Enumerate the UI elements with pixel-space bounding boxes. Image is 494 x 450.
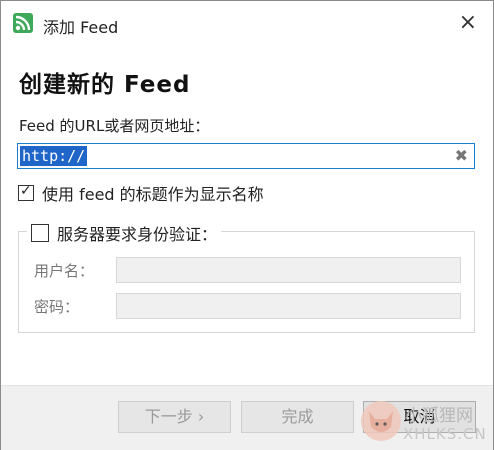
watermark-domain: XHLKS.CN: [403, 425, 487, 443]
auth-option[interactable]: 服务器要求身份验证：: [27, 221, 222, 245]
watermark-text: 小狐狸网: [405, 406, 473, 426]
url-input[interactable]: http:// ✖: [17, 143, 475, 169]
password-label: 密码：: [34, 298, 80, 316]
close-icon[interactable]: ×: [459, 10, 477, 35]
url-field-label: Feed 的URL或者网页地址：: [19, 117, 210, 135]
auth-group: 服务器要求身份验证： 用户名： 密码：: [18, 221, 475, 333]
next-button: 下一步 ›: [118, 401, 231, 433]
username-field: [116, 257, 461, 283]
auth-checkbox[interactable]: [31, 224, 49, 242]
password-field: [116, 293, 461, 319]
username-label: 用户名：: [34, 262, 95, 280]
fox-logo-icon: [361, 401, 401, 441]
rss-feed-icon: [13, 13, 33, 33]
window-title: 添加 Feed: [43, 18, 119, 37]
auth-label: 服务器要求身份验证：: [57, 225, 218, 244]
checkmark-icon: ✓: [20, 183, 32, 199]
use-title-label: 使用 feed 的标题作为显示名称: [42, 185, 264, 204]
use-title-option[interactable]: ✓ 使用 feed 的标题作为显示名称: [18, 181, 264, 205]
clear-icon[interactable]: ✖: [455, 146, 468, 165]
add-feed-dialog: 添加 Feed × 创建新的 Feed Feed 的URL或者网页地址： htt…: [0, 0, 494, 450]
url-input-value: http://: [20, 146, 88, 166]
page-title: 创建新的 Feed: [19, 72, 191, 98]
title-bar: 添加 Feed ×: [1, 1, 493, 47]
watermark: 小狐狸网 XHLKS.CN: [361, 399, 493, 449]
finish-button: 完成: [241, 401, 354, 433]
use-title-checkbox[interactable]: ✓: [18, 183, 34, 201]
